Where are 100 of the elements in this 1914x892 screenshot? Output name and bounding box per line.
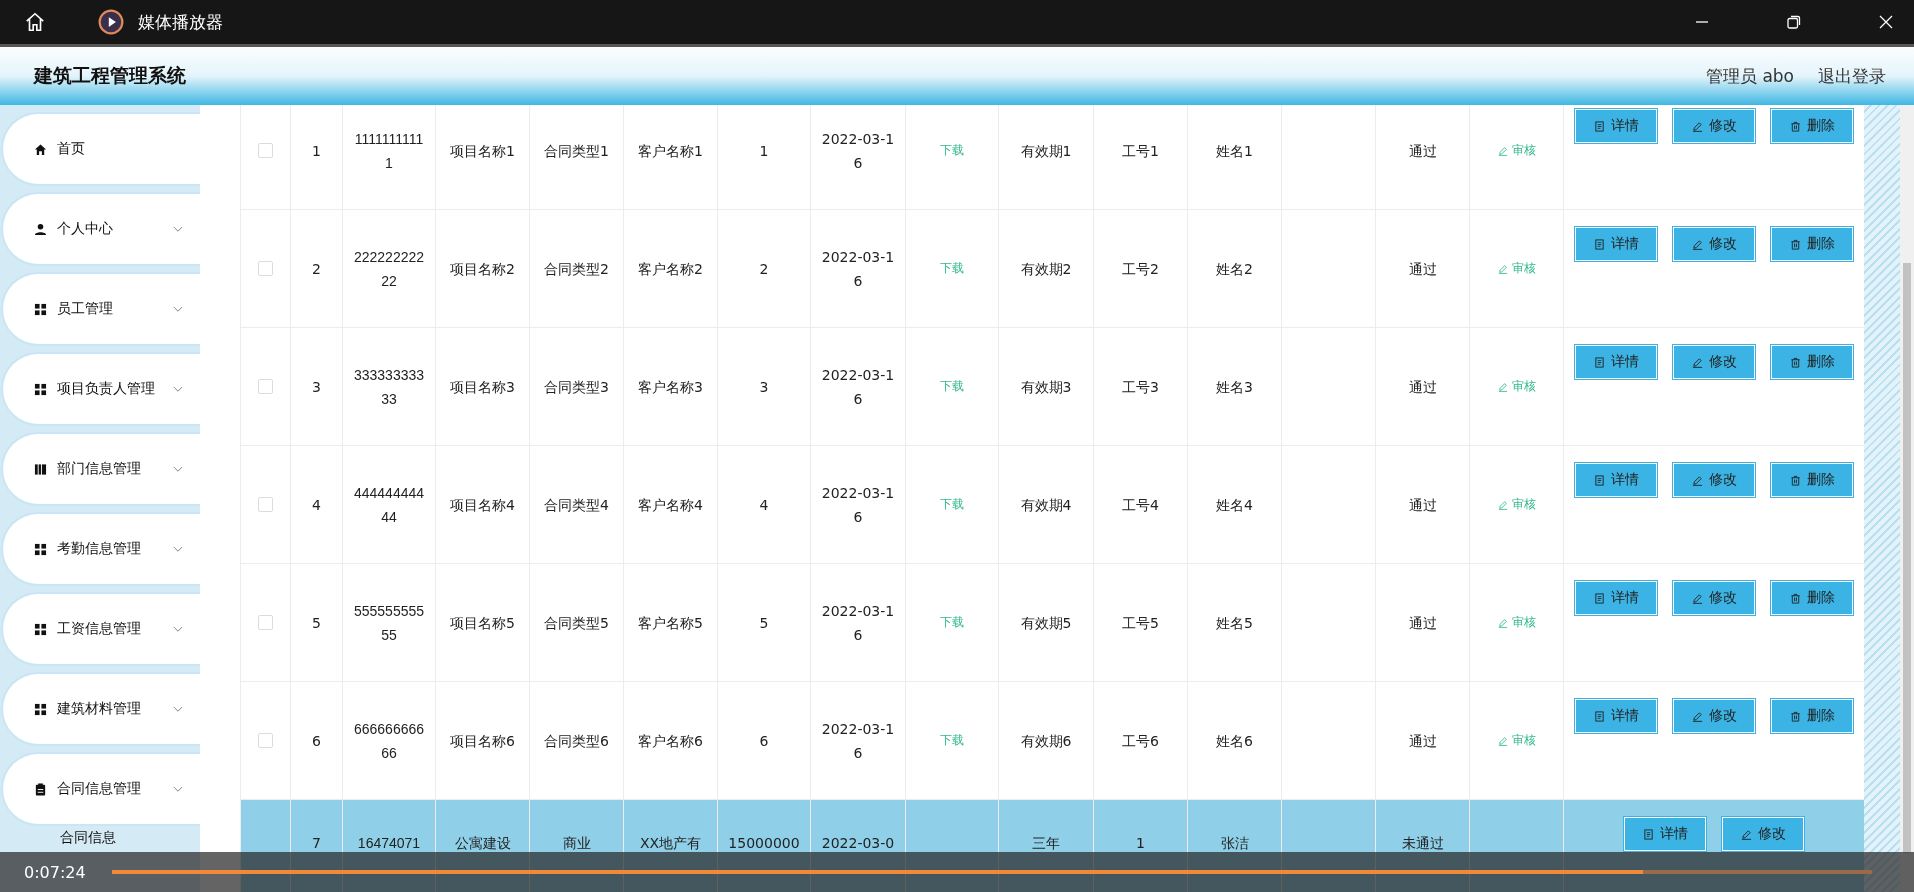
checkbox[interactable] bbox=[258, 497, 273, 512]
details-button[interactable]: 详情 bbox=[1575, 699, 1657, 733]
table-cell-text: 合同类型2 bbox=[544, 259, 609, 279]
table-row[interactable]: 3 33333333333 项目名称3 合同类型3 客户名称3 3 2022-03-16 下载 有效期3 工号3 姓名3 通过 审核 详情 修改 删除 bbox=[241, 328, 1864, 446]
table-cell-text: 姓名1 bbox=[1216, 141, 1253, 161]
edit-button[interactable]: 修改 bbox=[1673, 581, 1755, 615]
table-cell-text: 6 bbox=[759, 731, 769, 751]
window-title: 媒体播放器 bbox=[138, 10, 223, 34]
table-row[interactable]: 6 66666666666 项目名称6 合同类型6 客户名称6 6 2022-03-16 下载 有效期6 工号6 姓名6 通过 审核 详情 修改 删除 bbox=[241, 682, 1864, 800]
chevron-icon bbox=[173, 785, 183, 793]
chevron-icon bbox=[173, 225, 183, 233]
table-cell-text: 工号1 bbox=[1122, 141, 1159, 161]
document-icon bbox=[1593, 474, 1605, 486]
logout-link[interactable]: 退出登录 bbox=[1818, 64, 1886, 88]
table-cell-text: 工号3 bbox=[1122, 377, 1159, 397]
checkbox[interactable] bbox=[258, 379, 273, 394]
delete-button[interactable]: 删除 bbox=[1771, 109, 1853, 143]
pencil-icon bbox=[1691, 356, 1703, 368]
delete-button[interactable]: 删除 bbox=[1771, 463, 1853, 497]
table-cell-text: 4 bbox=[759, 495, 769, 515]
checkbox[interactable] bbox=[258, 261, 273, 276]
edit-button[interactable]: 修改 bbox=[1673, 463, 1755, 497]
table-cell-text: 工号2 bbox=[1122, 259, 1159, 279]
pencil-icon bbox=[1497, 381, 1508, 392]
table-row[interactable]: 4 44444444444 项目名称4 合同类型4 客户名称4 4 2022-03-16 下载 有效期4 工号4 姓名4 通过 审核 详情 修改 删除 bbox=[241, 446, 1864, 564]
play-icon bbox=[98, 9, 124, 35]
table-cell-text: 3 bbox=[312, 377, 321, 397]
table-row[interactable]: 2 22222222222 项目名称2 合同类型2 客户名称2 2 2022-03-16 下载 有效期2 工号2 姓名2 通过 审核 详情 修改 删除 bbox=[241, 210, 1864, 328]
table-cell-text: XX地产有 bbox=[639, 834, 702, 853]
edit-button[interactable]: 修改 bbox=[1673, 227, 1755, 261]
checkbox[interactable] bbox=[258, 143, 273, 158]
user-icon bbox=[34, 222, 47, 236]
delete-button[interactable]: 删除 bbox=[1771, 345, 1853, 379]
edit-button[interactable]: 修改 bbox=[1673, 109, 1755, 143]
home-icon[interactable] bbox=[24, 11, 46, 33]
details-button[interactable]: 详情 bbox=[1575, 581, 1657, 615]
pencil-icon bbox=[1691, 474, 1703, 486]
table-cell-text: 4 bbox=[312, 495, 321, 515]
chevron-icon bbox=[173, 705, 183, 713]
table-cell-text: 44444444444 bbox=[353, 483, 425, 527]
table-cell-text: 客户名称1 bbox=[638, 141, 703, 161]
grid-icon bbox=[34, 702, 47, 716]
table-cell-text: 合同类型5 bbox=[544, 613, 609, 633]
edit-button[interactable]: 修改 bbox=[1673, 345, 1755, 379]
table-cell-text: 2022-03-0 bbox=[821, 834, 895, 853]
playback-time: 0:07:24 bbox=[24, 862, 86, 882]
checkbox[interactable] bbox=[258, 615, 273, 630]
trash-icon bbox=[1789, 710, 1801, 722]
table-cell-text: 客户名称4 bbox=[638, 495, 703, 515]
table-cell-text: 合同类型6 bbox=[544, 731, 609, 751]
restore-icon[interactable] bbox=[1786, 14, 1802, 30]
sidebar-subitem[interactable]: 合同信息 bbox=[0, 829, 200, 847]
table-cell-text: 33333333333 bbox=[353, 365, 425, 409]
table-cell-text: 项目名称2 bbox=[450, 259, 515, 279]
delete-button[interactable]: 删除 bbox=[1771, 227, 1853, 261]
table-cell-text: 客户名称5 bbox=[638, 613, 703, 633]
delete-button[interactable]: 删除 bbox=[1771, 581, 1853, 615]
edit-button[interactable]: 修改 bbox=[1673, 699, 1755, 733]
checkbox[interactable] bbox=[258, 733, 273, 748]
table-row[interactable]: 1 11111111111 项目名称1 合同类型1 客户名称1 1 2022-03-16 下载 有效期1 工号1 姓名1 通过 审核 详情 修改 删除 bbox=[241, 105, 1864, 210]
pencil-icon bbox=[1497, 263, 1508, 274]
pencil-icon bbox=[1497, 617, 1508, 628]
table-cell-text: 6 bbox=[312, 731, 321, 751]
table-cell-text: 2022-03-16 bbox=[820, 247, 896, 291]
pencil-icon bbox=[1497, 735, 1508, 746]
table-cell-text: 11111111111 bbox=[353, 129, 425, 173]
details-button[interactable]: 详情 bbox=[1575, 345, 1657, 379]
details-button[interactable]: 详情 bbox=[1575, 463, 1657, 497]
table-cell-text: 5 bbox=[312, 613, 321, 633]
delete-button[interactable]: 删除 bbox=[1771, 699, 1853, 733]
table-cell-text: 有效期4 bbox=[1020, 495, 1072, 515]
book-icon bbox=[34, 462, 47, 476]
grid-icon bbox=[34, 382, 47, 396]
table-row[interactable]: 5 55555555555 项目名称5 合同类型5 客户名称5 5 2022-03-16 下载 有效期5 工号5 姓名5 通过 审核 详情 修改 删除 bbox=[241, 564, 1864, 682]
table-cell-text: 有效期6 bbox=[1020, 731, 1072, 751]
table-cell-text: 客户名称3 bbox=[638, 377, 703, 397]
details-button[interactable]: 详情 bbox=[1624, 817, 1706, 851]
chevron-icon bbox=[173, 385, 183, 393]
close-icon[interactable] bbox=[1878, 14, 1894, 30]
table-cell-text: 通过 bbox=[1408, 141, 1437, 161]
table-cell-text: 2022-03-16 bbox=[820, 601, 896, 645]
document-icon bbox=[1593, 710, 1605, 722]
pencil-icon bbox=[1691, 120, 1703, 132]
pencil-icon bbox=[1497, 499, 1508, 510]
details-button[interactable]: 详情 bbox=[1575, 227, 1657, 261]
document-icon bbox=[1593, 592, 1605, 604]
progress-bar[interactable] bbox=[111, 870, 1872, 874]
table-cell-text: 有效期1 bbox=[1020, 141, 1072, 161]
table-cell-text: 张洁 bbox=[1220, 834, 1249, 853]
table-cell-text: 通过 bbox=[1408, 259, 1437, 279]
table-cell-text: 未通过 bbox=[1401, 834, 1444, 853]
table-cell-text: 姓名2 bbox=[1216, 259, 1253, 279]
details-button[interactable]: 详情 bbox=[1575, 109, 1657, 143]
table-cell-text: 项目名称5 bbox=[450, 613, 515, 633]
table-cell-text: 1 bbox=[1136, 834, 1145, 853]
table-cell-text: 项目名称6 bbox=[450, 731, 515, 751]
table-cell-text: 客户名称6 bbox=[638, 731, 703, 751]
table-cell-text: 16474071 bbox=[357, 834, 421, 853]
edit-button[interactable]: 修改 bbox=[1722, 817, 1804, 851]
table-cell-text: 三年 bbox=[1032, 834, 1060, 853]
